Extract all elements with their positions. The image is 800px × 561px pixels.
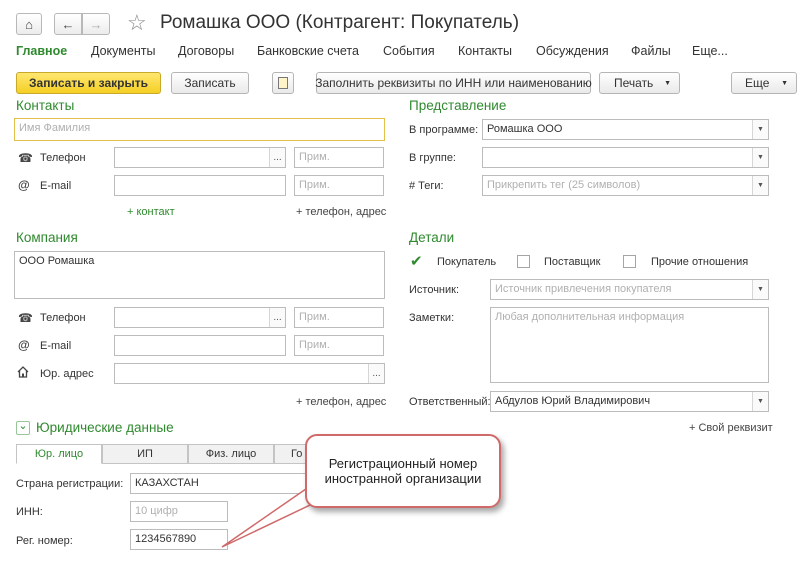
callout-text: Регистрационный номер иностранной органи… [324, 456, 482, 486]
annotation-callout: Регистрационный номер иностранной органи… [305, 434, 501, 508]
